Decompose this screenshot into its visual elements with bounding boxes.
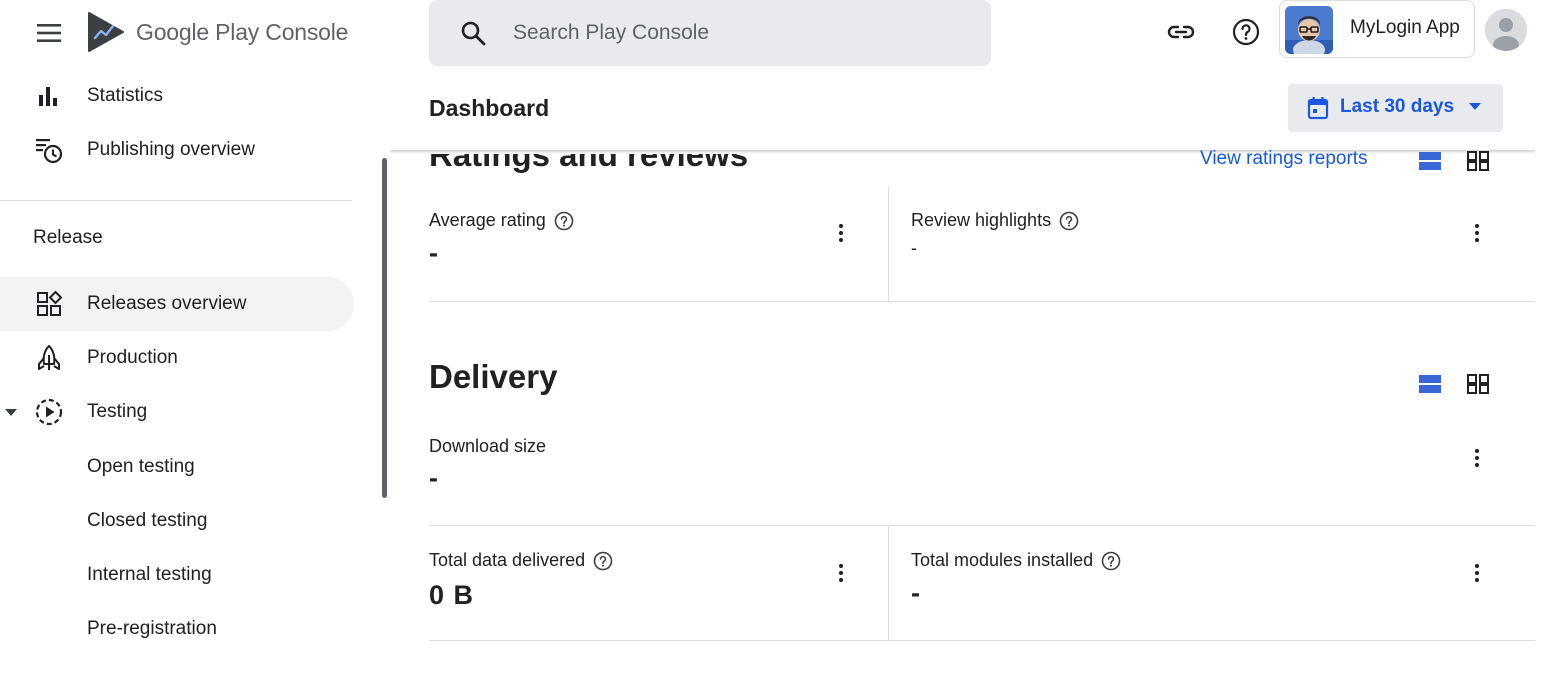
- date-range-picker[interactable]: Last 30 days: [1288, 84, 1503, 132]
- sidebar-item-label: Closed testing: [87, 510, 208, 531]
- grid-view-toggle-icon[interactable]: [1466, 373, 1492, 399]
- more-options-icon[interactable]: [833, 221, 849, 245]
- average-rating-label: Average rating: [429, 210, 546, 230]
- average-rating-card-label: Average rating: [429, 210, 574, 231]
- app-icon: [1285, 6, 1333, 54]
- caret-down-icon[interactable]: [4, 405, 18, 419]
- card-divider: [888, 187, 889, 302]
- help-circle-icon[interactable]: [554, 211, 574, 231]
- sidebar-item-testing[interactable]: Testing: [0, 385, 354, 439]
- total-modules-value: -: [911, 578, 921, 608]
- total-modules-label: Total modules installed: [911, 550, 1094, 570]
- app-selector[interactable]: MyLogin App: [1279, 0, 1475, 58]
- average-rating-value: -: [429, 238, 439, 268]
- menu-icon[interactable]: [34, 20, 64, 46]
- sidebar-item-statistics[interactable]: Statistics: [0, 69, 354, 123]
- search-input[interactable]: [513, 0, 973, 66]
- grid-view-toggle-icon[interactable]: [1466, 150, 1492, 176]
- dashboard-grid-icon: [34, 289, 64, 319]
- sidebar-item-releases-overview[interactable]: Releases overview: [0, 277, 354, 331]
- sidebar-item-label: Publishing overview: [87, 139, 255, 160]
- sidebar-item-closed-testing[interactable]: Closed testing: [0, 497, 354, 545]
- search-icon[interactable]: [459, 19, 487, 47]
- total-data-label: Total data delivered: [429, 550, 586, 570]
- section-divider: [429, 640, 1535, 641]
- list-view-toggle-icon[interactable]: [1417, 373, 1443, 399]
- sidebar-item-internal-testing[interactable]: Internal testing: [0, 551, 354, 599]
- play-console-logo-icon: [86, 11, 126, 53]
- sidebar-item-label: Internal testing: [87, 564, 212, 585]
- account-avatar[interactable]: [1485, 9, 1527, 51]
- more-options-icon[interactable]: [833, 561, 849, 585]
- link-icon[interactable]: [1165, 16, 1197, 48]
- sidebar-item-production[interactable]: Production: [0, 331, 354, 385]
- help-circle-icon[interactable]: [1059, 211, 1079, 231]
- sidebar-item-label: Statistics: [87, 85, 164, 106]
- calendar-icon: [1307, 96, 1329, 120]
- section-divider: [429, 301, 1535, 302]
- publishing-schedule-icon: [34, 135, 64, 165]
- play-console-logo[interactable]: Google Play Console: [86, 10, 348, 54]
- dropdown-arrow-icon: [1468, 102, 1482, 112]
- review-highlights-value: -: [911, 238, 918, 258]
- download-size-card-label: Download size: [429, 436, 546, 457]
- help-icon[interactable]: [1230, 16, 1262, 48]
- more-options-icon[interactable]: [1469, 221, 1485, 245]
- list-view-toggle-icon[interactable]: [1417, 150, 1443, 176]
- sidebar-item-label: Production: [87, 347, 178, 368]
- rocket-icon: [34, 343, 64, 373]
- download-size-value: -: [429, 463, 439, 493]
- card-divider: [429, 525, 1535, 526]
- search-bar[interactable]: [429, 0, 991, 66]
- card-divider: [888, 526, 889, 641]
- sidebar-item-publishing-overview[interactable]: Publishing overview: [0, 123, 354, 177]
- sidebar-item-label: Open testing: [87, 456, 195, 477]
- total-data-card-label: Total data delivered: [429, 550, 613, 571]
- date-range-label: Last 30 days: [1340, 96, 1455, 117]
- sidebar-item-pre-registration[interactable]: Pre-registration: [0, 605, 354, 653]
- view-ratings-reports-link[interactable]: View ratings reports: [1200, 148, 1368, 170]
- more-options-icon[interactable]: [1469, 446, 1485, 470]
- sidebar-item-label: Releases overview: [87, 293, 247, 314]
- total-modules-card-label: Total modules installed: [911, 550, 1121, 571]
- app-name: MyLogin App: [1350, 17, 1460, 38]
- total-data-value: 0 B: [429, 580, 475, 610]
- bar-chart-icon: [34, 81, 64, 111]
- testing-play-icon: [34, 397, 64, 427]
- review-highlights-card-label: Review highlights: [911, 210, 1079, 231]
- page-title: Dashboard: [429, 95, 550, 121]
- sidebar-item-label: Testing: [87, 401, 148, 422]
- help-circle-icon[interactable]: [593, 551, 613, 571]
- sidebar-nav: Google Play Console Statistics Publishin…: [0, 0, 390, 675]
- brand-name: Google Play Console: [136, 18, 349, 45]
- ratings-section-title: Ratings and reviews: [429, 154, 829, 174]
- sidebar-item-label: Pre-registration: [87, 618, 217, 639]
- review-highlights-label: Review highlights: [911, 210, 1052, 230]
- help-circle-icon[interactable]: [1101, 551, 1121, 571]
- sidebar-scrollbar[interactable]: [382, 158, 387, 498]
- sidebar-item-open-testing[interactable]: Open testing: [0, 443, 354, 491]
- sidebar-section-heading: Release: [33, 227, 103, 248]
- ratings-title-text: Ratings and reviews: [429, 154, 749, 173]
- delivery-section-title: Delivery: [429, 358, 558, 395]
- sidebar-divider: [0, 200, 352, 201]
- download-size-label: Download size: [429, 436, 547, 456]
- more-options-icon[interactable]: [1469, 561, 1485, 585]
